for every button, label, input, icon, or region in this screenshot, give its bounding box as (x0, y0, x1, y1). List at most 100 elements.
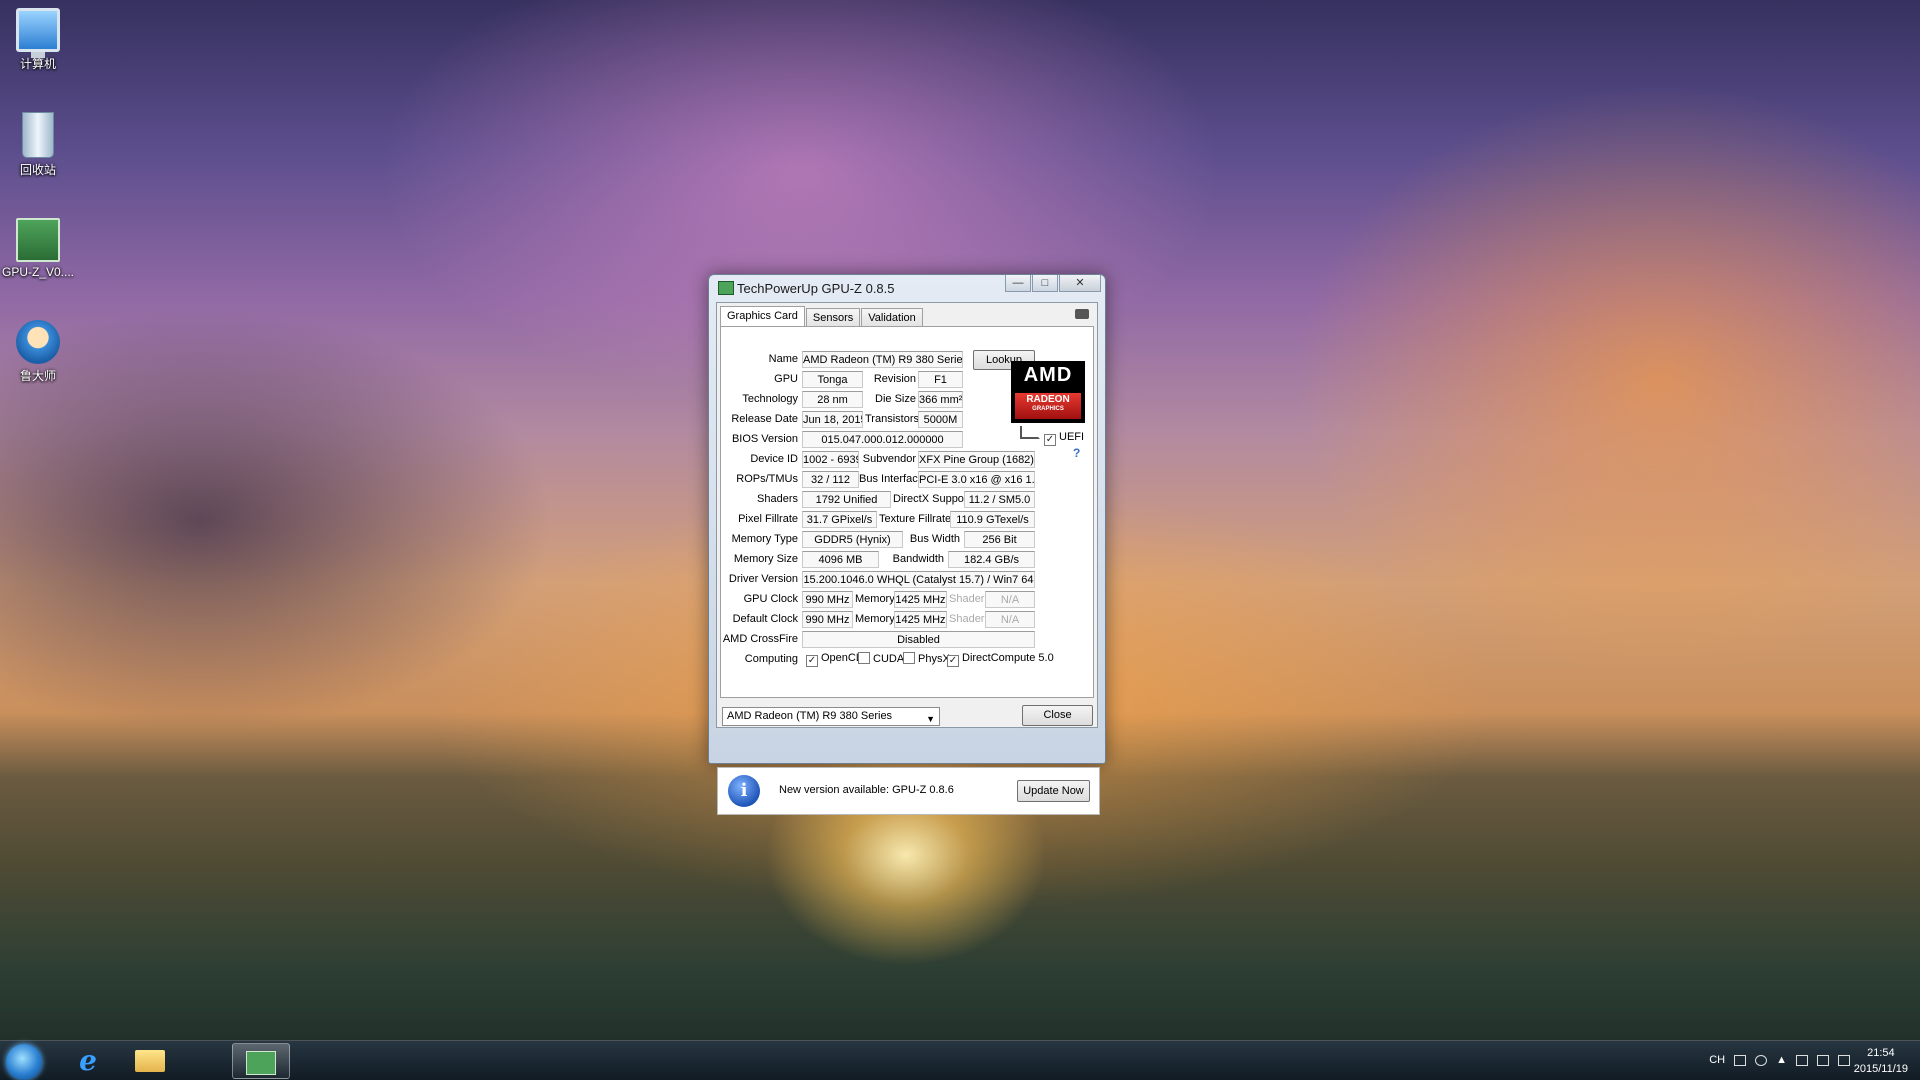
desktop-icon-label: GPU-Z_V0.... (1, 265, 75, 279)
volume-icon[interactable] (1838, 1054, 1850, 1066)
window-title: TechPowerUp GPU-Z 0.8.5 (737, 281, 895, 296)
gpu-select-value: AMD Radeon (TM) R9 380 Series (727, 710, 893, 722)
value-gpu-memory: 1425 MHz (894, 591, 947, 608)
window-controls: — □ ✕ (1004, 275, 1101, 293)
value-rops-tmus: 32 / 112 (802, 471, 859, 488)
label-revision: Revision (873, 373, 916, 385)
value-bus-width: 256 Bit (964, 531, 1035, 548)
desktop-icon-ludashi[interactable]: 鲁大师 (0, 320, 76, 384)
clock-date: 2015/11/19 (1853, 1063, 1908, 1075)
tab-sensors[interactable]: Sensors (805, 308, 861, 327)
internet-explorer-icon: e (79, 1044, 97, 1077)
language-indicator[interactable]: CH (1709, 1054, 1725, 1066)
title-bar[interactable]: TechPowerUp GPU-Z 0.8.5 — □ ✕ (709, 275, 1105, 301)
value-bios-version: 015.047.000.012.000000 (802, 431, 963, 448)
start-button[interactable] (6, 1044, 42, 1080)
value-release-date: Jun 18, 2015 (802, 411, 863, 428)
value-transistors: 5000M (918, 411, 963, 428)
desktop-icon-computer[interactable]: 计算机 (0, 8, 76, 72)
label-transistors: Transistors (865, 413, 919, 425)
label-release-date: Release Date (731, 413, 798, 425)
keyboard-icon[interactable] (1734, 1054, 1747, 1066)
label-gpu-shader: Shader (949, 593, 985, 605)
label-technology: Technology (742, 393, 798, 405)
uefi-checkbox[interactable]: ✓ UEFI (1044, 431, 1084, 446)
gpu-z-icon (246, 1051, 276, 1075)
taskbar-explorer[interactable] (124, 1043, 176, 1079)
client-area: Graphics Card Sensors Validation Name AM… (716, 302, 1098, 728)
chevron-up-icon[interactable]: ▲ (1776, 1054, 1787, 1066)
system-tray: CH ▲ (1709, 1054, 1850, 1066)
label-shaders: Shaders (757, 493, 798, 505)
minimize-button[interactable]: — (1005, 275, 1031, 292)
cuda-check-mark (858, 652, 870, 664)
info-icon: i (728, 775, 760, 807)
cuda-checkbox[interactable]: CUDA (858, 652, 904, 665)
label-computing: Computing (744, 653, 798, 665)
value-bandwidth: 182.4 GB/s (948, 551, 1035, 568)
value-subvendor: XFX Pine Group (1682) (918, 451, 1035, 468)
label-device-id: Device ID (750, 453, 798, 465)
label-gpu-memory: Memory (855, 593, 895, 605)
chevron-down-icon: ▼ (926, 714, 935, 724)
desktop: 计算机 回收站 GPU-Z_V0.... 鲁大师 TechPowerUp GPU… (0, 0, 1920, 1080)
label-crossfire: AMD CrossFire (722, 633, 798, 645)
camera-icon[interactable] (1075, 309, 1089, 319)
label-memory-size: Memory Size (733, 553, 798, 565)
label-rops-tmus: ROPs/TMUs (736, 473, 798, 485)
opencl-check-mark: ✓ (806, 655, 818, 667)
physx-check-mark (903, 652, 915, 664)
opencl-checkbox[interactable]: ✓ OpenCL (806, 652, 862, 667)
taskbar: e CH ▲ 21:54 2015/11/19 (0, 1040, 1920, 1080)
directcompute-checkbox[interactable]: ✓ DirectCompute 5.0 (947, 652, 1054, 667)
label-memory-type: Memory Type (731, 533, 798, 545)
network-icon[interactable] (1817, 1054, 1829, 1066)
label-texture-fillrate: Texture Fillrate (879, 513, 952, 525)
taskbar-ie[interactable]: e (62, 1043, 114, 1079)
label-default-shader: Shader (949, 613, 985, 625)
label-gpu-clock: GPU Clock (743, 593, 798, 605)
tab-validation[interactable]: Validation (861, 308, 923, 327)
recycle-bin-icon (22, 112, 54, 158)
update-notice: i New version available: GPU-Z 0.8.6 Upd… (717, 767, 1100, 815)
directcompute-check-mark: ✓ (947, 655, 959, 667)
help-icon[interactable]: ? (1073, 446, 1080, 460)
value-die-size: 366 mm² (918, 391, 963, 408)
flag-icon[interactable] (1796, 1054, 1808, 1066)
label-bus-interface: Bus Interface (859, 473, 924, 485)
label-gpu: GPU (774, 373, 798, 385)
share-icon[interactable] (1020, 426, 1040, 439)
uefi-check-mark: ✓ (1044, 434, 1056, 446)
ludashi-icon (16, 320, 60, 364)
value-pixel-fillrate: 31.7 GPixel/s (802, 511, 877, 528)
help-circle-icon[interactable] (1755, 1054, 1768, 1066)
value-gpu: Tonga (802, 371, 863, 388)
window-close-button[interactable]: ✕ (1059, 275, 1101, 292)
clock[interactable]: 21:54 2015/11/19 (1854, 1045, 1908, 1077)
value-default-shader: N/A (985, 611, 1035, 628)
gpu-z-app-icon (718, 281, 734, 295)
physx-checkbox[interactable]: PhysX (903, 652, 950, 665)
value-memory-size: 4096 MB (802, 551, 879, 568)
desktop-icon-recycle-bin[interactable]: 回收站 (0, 112, 76, 178)
label-driver-version: Driver Version (728, 573, 798, 585)
label-pixel-fillrate: Pixel Fillrate (738, 513, 798, 525)
tab-graphics-card[interactable]: Graphics Card (720, 306, 805, 328)
label-default-memory: Memory (855, 613, 895, 625)
value-default-memory: 1425 MHz (894, 611, 947, 628)
value-revision: F1 (918, 371, 963, 388)
update-now-button[interactable]: Update Now (1017, 780, 1090, 802)
value-crossfire: Disabled (802, 631, 1035, 648)
label-bandwidth: Bandwidth (892, 553, 944, 565)
desktop-icon-gpu-z[interactable]: GPU-Z_V0.... (0, 218, 76, 279)
value-bus-interface: PCI-E 3.0 x16 @ x16 1.1 (918, 471, 1035, 488)
gpu-select-dropdown[interactable]: AMD Radeon (TM) R9 380 Series ▼ (722, 707, 940, 726)
close-button[interactable]: Close (1022, 705, 1093, 726)
value-texture-fillrate: 110.9 GTexel/s (950, 511, 1035, 528)
desktop-icon-label: 鲁大师 (19, 369, 56, 383)
taskbar-gpu-z[interactable] (232, 1043, 290, 1079)
value-name: AMD Radeon (TM) R9 380 Series (802, 351, 963, 368)
label-die-size: Die Size (875, 393, 916, 405)
value-technology: 28 nm (802, 391, 863, 408)
maximize-button[interactable]: □ (1032, 275, 1058, 292)
